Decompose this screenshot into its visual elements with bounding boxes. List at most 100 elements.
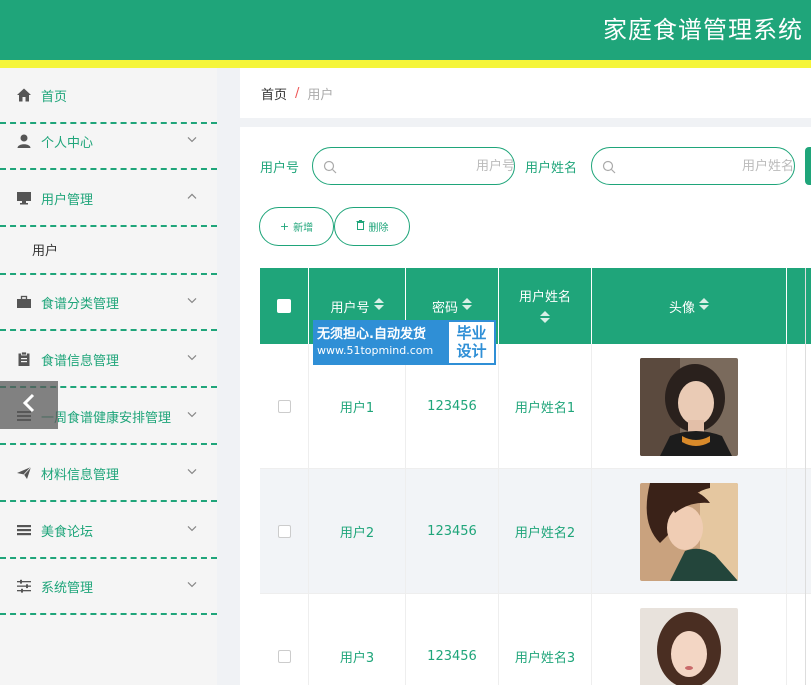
realname-cell: 用户姓名3 bbox=[499, 594, 592, 685]
chevron-down-icon bbox=[187, 523, 197, 534]
row-select-cell bbox=[260, 469, 309, 594]
sidebar-item-system-management[interactable]: 系统管理 bbox=[0, 559, 217, 615]
watermark-banner: 无须担心.自动发货 www.51topmind.com 毕业 设计 bbox=[313, 320, 496, 365]
avatar-cell bbox=[592, 469, 787, 594]
chevron-down-icon bbox=[187, 295, 197, 306]
realname-search-field[interactable] bbox=[591, 147, 811, 185]
top-header: 家庭食谱管理系统 bbox=[0, 0, 811, 60]
sidebar-item-label: 首页 bbox=[41, 89, 68, 105]
sidebar-item-food-forum[interactable]: 美食论坛 bbox=[0, 503, 217, 559]
chevron-down-icon bbox=[187, 409, 197, 420]
row-select-cell bbox=[260, 344, 309, 469]
app-title: 家庭食谱管理系统 bbox=[603, 16, 803, 44]
avatar-cell bbox=[592, 344, 787, 469]
watermark-badge: 毕业 设计 bbox=[447, 320, 496, 365]
chevron-down-icon bbox=[187, 579, 197, 590]
header-password-label: 密码 bbox=[431, 300, 458, 316]
sidebar-item-label: 食谱分类管理 bbox=[41, 296, 120, 312]
header-realname[interactable]: 用户姓名 bbox=[499, 268, 592, 344]
sidebar-item-label: 一周食谱健康安排管理 bbox=[41, 410, 172, 426]
table-row[interactable]: 用户2 123456 用户姓名2 bbox=[260, 469, 811, 594]
chevron-left-icon bbox=[21, 393, 37, 417]
sidebar-item-label: 美食论坛 bbox=[41, 524, 94, 540]
briefcase-icon bbox=[16, 294, 32, 310]
sidebar-item-label: 用户管理 bbox=[41, 192, 94, 208]
watermark-line1: 无须担心.自动发货 bbox=[317, 327, 426, 342]
breadcrumb: 首页 / 用户 bbox=[240, 68, 811, 118]
sidebar-item-label: 个人中心 bbox=[41, 135, 94, 151]
sidebar-subitem-label: 用户 bbox=[32, 243, 59, 259]
sidebar-collapse-button[interactable] bbox=[0, 381, 58, 429]
watermark-badge-line1: 毕业 bbox=[456, 324, 487, 342]
header-avatar[interactable]: 头像 bbox=[592, 268, 787, 344]
header-select-all bbox=[260, 268, 309, 344]
avatar-cell bbox=[592, 594, 787, 685]
chevron-down-icon bbox=[187, 352, 197, 363]
header-username-label: 用户号 bbox=[330, 300, 370, 316]
row-checkbox[interactable] bbox=[277, 400, 291, 413]
header-realname-label: 用户姓名 bbox=[518, 289, 571, 305]
avatar[interactable] bbox=[640, 482, 738, 581]
breadcrumb-separator: / bbox=[295, 85, 300, 101]
username-search-label: 用户号 bbox=[260, 161, 300, 176]
sidebar-item-personal-center[interactable]: 个人中心 bbox=[0, 114, 217, 170]
search-button[interactable] bbox=[805, 147, 811, 185]
delete-button-label: 删除 bbox=[368, 223, 389, 234]
header-avatar-label: 头像 bbox=[668, 300, 695, 316]
search-icon bbox=[323, 159, 337, 174]
username-cell: 用户3 bbox=[309, 594, 406, 685]
header-accent-stripe bbox=[0, 60, 811, 68]
sort-icon[interactable] bbox=[373, 298, 384, 314]
chevron-down-icon bbox=[187, 134, 197, 145]
realname-search-label: 用户姓名 bbox=[525, 161, 578, 176]
breadcrumb-home[interactable]: 首页 bbox=[261, 84, 287, 103]
delete-button[interactable]: 删除 bbox=[334, 207, 410, 246]
realname-search-input[interactable] bbox=[624, 158, 811, 174]
username-cell: 用户2 bbox=[309, 469, 406, 594]
monitor-icon bbox=[16, 190, 32, 206]
sort-icon[interactable] bbox=[699, 298, 709, 314]
send-icon bbox=[16, 465, 32, 481]
trash-icon bbox=[356, 220, 365, 233]
sidebar-item-material-info[interactable]: 材料信息管理 bbox=[0, 446, 217, 502]
avatar[interactable] bbox=[640, 607, 738, 685]
username-search-field[interactable] bbox=[312, 147, 533, 185]
sidebar-item-recipe-info[interactable]: 食谱信息管理 bbox=[0, 332, 217, 388]
menu-icon bbox=[16, 522, 32, 538]
watermark-badge-line2: 设计 bbox=[456, 342, 487, 360]
username-search-input[interactable] bbox=[345, 158, 533, 174]
table-row[interactable]: 用户3 123456 用户姓名3 bbox=[260, 594, 811, 685]
plus-icon: + bbox=[279, 220, 290, 233]
realname-cell: 用户姓名2 bbox=[499, 469, 592, 594]
clipboard-icon bbox=[16, 351, 32, 367]
sidebar-item-label: 系统管理 bbox=[41, 580, 94, 596]
password-cell: 123456 bbox=[406, 594, 499, 685]
watermark-text-block: 无须担心.自动发货 www.51topmind.com bbox=[313, 320, 447, 365]
sidebar-item-user-management[interactable]: 用户管理 bbox=[0, 171, 217, 227]
add-button-label: 新增 bbox=[293, 223, 314, 234]
select-all-checkbox[interactable] bbox=[277, 299, 291, 313]
sliders-icon bbox=[16, 578, 32, 594]
sidebar: 首页 个人中心 用户管理 用户 食谱分类管理 食谱信息管理 一周食谱健康安排管理… bbox=[0, 68, 217, 685]
sort-icon[interactable] bbox=[540, 310, 550, 327]
main-content-card: 用户号 用户姓名 + 新增 删除 用户号 bbox=[240, 127, 811, 685]
password-cell: 123456 bbox=[406, 469, 499, 594]
sidebar-item-label: 材料信息管理 bbox=[41, 467, 120, 483]
search-icon bbox=[602, 159, 616, 174]
avatar[interactable] bbox=[640, 357, 738, 456]
row-checkbox[interactable] bbox=[277, 650, 291, 663]
sort-icon[interactable] bbox=[462, 298, 472, 314]
sidebar-item-recipe-category[interactable]: 食谱分类管理 bbox=[0, 275, 217, 331]
row-checkbox[interactable] bbox=[277, 525, 291, 538]
home-icon bbox=[16, 87, 32, 103]
user-icon bbox=[16, 133, 32, 149]
sidebar-item-label: 食谱信息管理 bbox=[41, 353, 120, 369]
sidebar-subitem-users[interactable]: 用户 bbox=[0, 225, 217, 275]
row-select-cell bbox=[260, 594, 309, 685]
chevron-up-icon bbox=[187, 191, 197, 202]
table-right-edge bbox=[805, 268, 811, 685]
chevron-down-icon bbox=[187, 466, 197, 477]
watermark-line2: www.51topmind.com bbox=[317, 344, 434, 357]
add-button[interactable]: + 新增 bbox=[259, 207, 334, 246]
realname-cell: 用户姓名1 bbox=[499, 344, 592, 469]
